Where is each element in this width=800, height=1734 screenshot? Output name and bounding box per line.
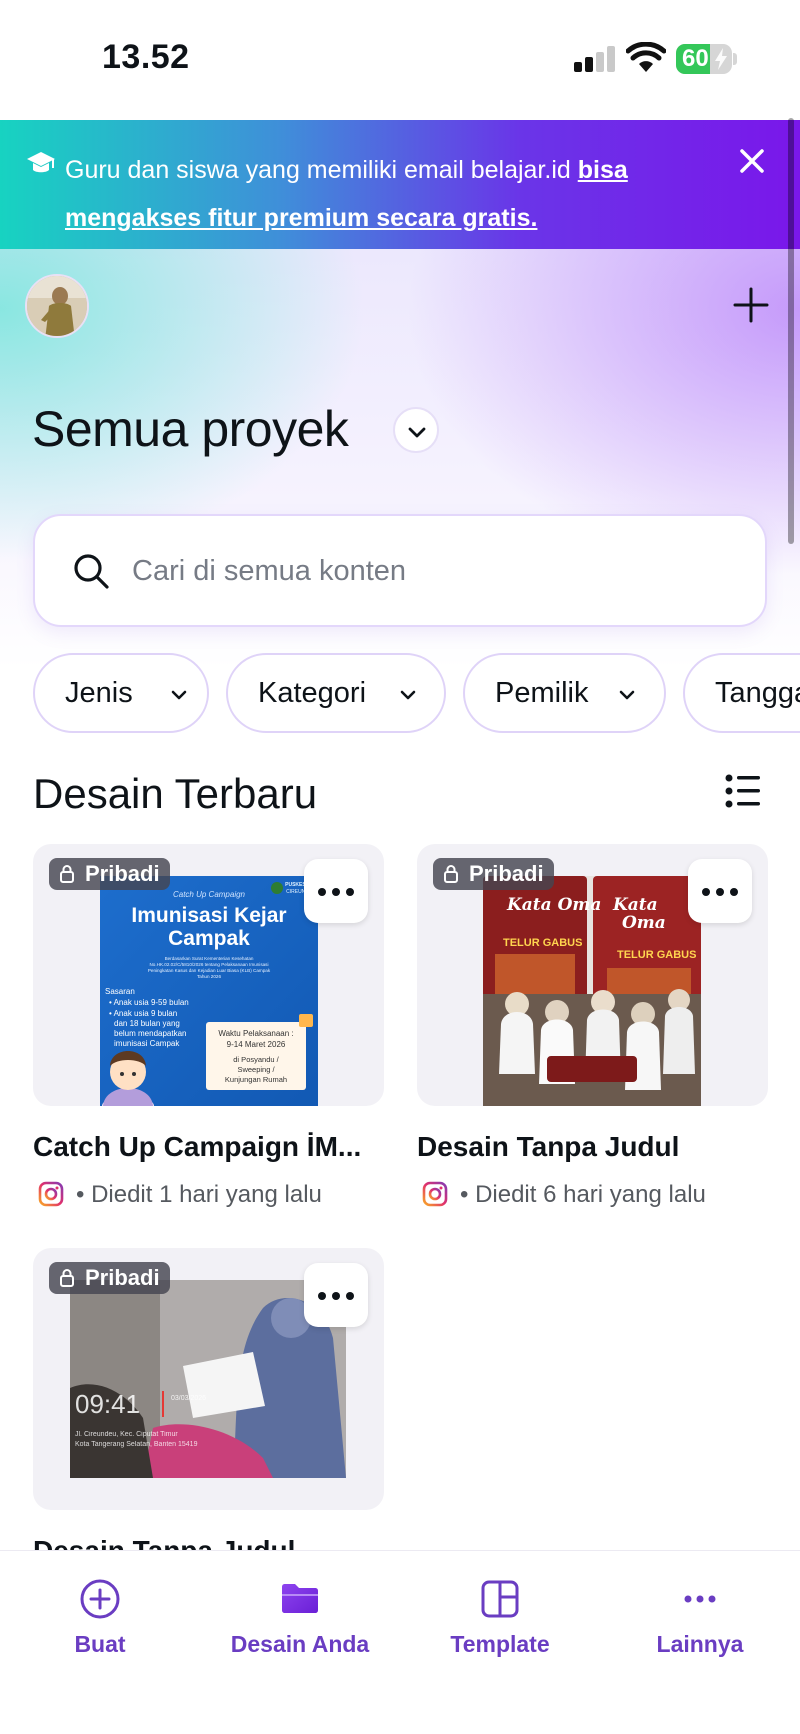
- search-input[interactable]: [132, 544, 732, 598]
- charging-bolt-icon: [715, 48, 727, 70]
- tab-label: Lainnya: [656, 1631, 744, 1657]
- privacy-badge-label: Pribadi: [469, 861, 544, 886]
- svg-text:Campak: Campak: [168, 927, 250, 950]
- svg-text:03/03/2026: 03/03/2026: [171, 1395, 206, 1402]
- privacy-badge-label: Pribadi: [85, 861, 160, 886]
- tab-template[interactable]: Template: [400, 1551, 600, 1661]
- svg-text:dan 18 bulan yang: dan 18 bulan yang: [114, 1019, 180, 1028]
- svg-text:Kata: Kata: [612, 895, 658, 915]
- svg-text:Waktu Pelaksanaan :: Waktu Pelaksanaan :: [218, 1029, 293, 1038]
- tab-lainnya[interactable]: Lainnya: [600, 1551, 800, 1661]
- privacy-badge-label: Pribadi: [85, 1265, 160, 1290]
- design-card-thumbnail[interactable]: Kata Oma Kata Oma TELUR GABUS TELUR GABU…: [417, 844, 768, 1106]
- template-icon: [481, 1580, 519, 1618]
- battery-indicator: 60: [676, 44, 732, 74]
- svg-text:imunisasi Campak: imunisasi Campak: [114, 1039, 180, 1048]
- svg-text:Catch Up Campaign: Catch Up Campaign: [173, 890, 246, 899]
- privacy-badge: Pribadi: [49, 858, 170, 890]
- create-plus-button[interactable]: [732, 286, 770, 324]
- close-banner-button[interactable]: [737, 146, 767, 176]
- design-options-button[interactable]: [304, 1263, 368, 1327]
- chevron-down-icon: [619, 690, 635, 700]
- design-options-button[interactable]: [304, 859, 368, 923]
- svg-text:Sasaran: Sasaran: [105, 987, 135, 996]
- filter-chip-label: Pemilik: [495, 677, 589, 709]
- list-view-icon[interactable]: [724, 772, 762, 810]
- folder-icon: [282, 1584, 318, 1613]
- wifi-icon: [626, 42, 666, 72]
- filter-chip-pemilik[interactable]: Pemilik: [463, 653, 666, 733]
- tab-desain-anda[interactable]: Desain Anda: [200, 1551, 400, 1661]
- instagram-icon: [422, 1181, 448, 1207]
- chevron-down-icon: [408, 427, 426, 438]
- design-card-thumbnail[interactable]: Catch Up Campaign Imunisasi Kejar Campak…: [33, 844, 384, 1106]
- svg-text:belum mendapatkan: belum mendapatkan: [114, 1029, 187, 1038]
- more-dots-icon: [684, 1595, 716, 1603]
- svg-text:Jl. Cireundeu, Kec. Ciputat Ti: Jl. Cireundeu, Kec. Ciputat Timur: [75, 1431, 178, 1438]
- lock-icon: [60, 865, 74, 883]
- section-title: Desain Terbaru: [33, 770, 318, 817]
- search-bar[interactable]: [33, 514, 767, 627]
- banner-message: Guru dan siswa yang memiliki email belaj…: [65, 146, 665, 242]
- filter-chip-tanggal[interactable]: Tanggal: [683, 653, 800, 733]
- svg-text:Kunjungan Rumah: Kunjungan Rumah: [225, 1075, 287, 1084]
- lock-icon: [60, 1269, 74, 1287]
- status-bar: 13.52 60: [0, 0, 800, 120]
- filter-chips: Jenis Kategori Pemilik Tanggal: [33, 653, 800, 735]
- tab-label: Buat: [74, 1631, 126, 1657]
- banner-text: Guru dan siswa yang memiliki email belaj…: [65, 156, 571, 184]
- svg-text:Berdasarkan Surat Kementerian: Berdasarkan Surat Kementerian Kesehatan: [165, 956, 254, 961]
- filter-chip-label: Jenis: [65, 677, 133, 709]
- filter-chip-label: Tanggal: [715, 677, 800, 709]
- svg-text:No.HK.02.02/C/5810/2026 tentan: No.HK.02.02/C/5810/2026 tentang Pelaksan…: [149, 962, 268, 967]
- privacy-badge: Pribadi: [433, 858, 554, 890]
- project-filter-dropdown[interactable]: [393, 407, 439, 453]
- bottom-tab-bar: Buat Desain Anda Template Lainnya: [0, 1550, 800, 1734]
- svg-text:di Posyandu /: di Posyandu /: [233, 1055, 279, 1064]
- design-options-button[interactable]: [688, 859, 752, 923]
- chevron-down-icon: [400, 690, 416, 700]
- cellular-signal-icon: [574, 46, 616, 72]
- svg-text:TELUR GABUS: TELUR GABUS: [503, 937, 582, 949]
- battery-cap: [733, 53, 737, 65]
- svg-text:Oma: Oma: [622, 913, 666, 933]
- privacy-badge: Pribadi: [49, 1262, 170, 1294]
- tab-label: Desain Anda: [230, 1631, 370, 1657]
- scrollbar[interactable]: [788, 118, 794, 544]
- svg-text:Sweeping /: Sweeping /: [237, 1065, 275, 1074]
- svg-text:9-14 Maret 2026: 9-14 Maret 2026: [227, 1040, 286, 1049]
- search-icon: [74, 554, 109, 589]
- status-time: 13.52: [102, 38, 190, 76]
- filter-chip-jenis[interactable]: Jenis: [33, 653, 209, 733]
- lock-icon: [444, 865, 458, 883]
- svg-text:Kota Tangerang Selatan, Banten: Kota Tangerang Selatan, Banten 15419: [75, 1441, 198, 1448]
- instagram-icon: [38, 1181, 64, 1207]
- svg-text:• Anak usia 9 bulan: • Anak usia 9 bulan: [109, 1009, 177, 1018]
- page-title: Semua proyek: [32, 401, 349, 457]
- svg-text:• Anak usia 9-59 bulan: • Anak usia 9-59 bulan: [109, 998, 189, 1007]
- svg-text:TELUR GABUS: TELUR GABUS: [617, 949, 696, 961]
- filter-chip-kategori[interactable]: Kategori: [226, 653, 446, 733]
- svg-text:Kata Oma: Kata Oma: [506, 895, 601, 915]
- design-title[interactable]: Desain Tanpa Judul: [417, 1131, 762, 1163]
- svg-text:Imunisasi Kejar: Imunisasi Kejar: [131, 904, 286, 927]
- user-avatar[interactable]: [25, 274, 89, 338]
- design-card-thumbnail[interactable]: 09:41 03/03/2026 Jl. Cireundeu, Kec. Cip…: [33, 1248, 384, 1510]
- design-title[interactable]: Catch Up Campaign İM...: [33, 1131, 378, 1163]
- tab-label: Template: [450, 1631, 550, 1657]
- plus-circle-icon: [80, 1579, 120, 1619]
- filter-chip-label: Kategori: [258, 677, 367, 709]
- premium-banner: Guru dan siswa yang memiliki email belaj…: [0, 120, 800, 249]
- svg-text:09:41: 09:41: [75, 1389, 140, 1419]
- design-edited-time: • Diedit 1 hari yang lalu: [76, 1181, 322, 1208]
- svg-text:Peningkatan Kasus dan Kejadian: Peningkatan Kasus dan Kejadian Luar Bias…: [148, 968, 271, 973]
- tab-buat[interactable]: Buat: [0, 1551, 200, 1661]
- graduation-cap-icon: [27, 152, 55, 173]
- svg-text:Tahun 2026: Tahun 2026: [197, 974, 221, 979]
- chevron-down-icon: [171, 690, 187, 700]
- design-edited-time: • Diedit 6 hari yang lalu: [460, 1181, 706, 1208]
